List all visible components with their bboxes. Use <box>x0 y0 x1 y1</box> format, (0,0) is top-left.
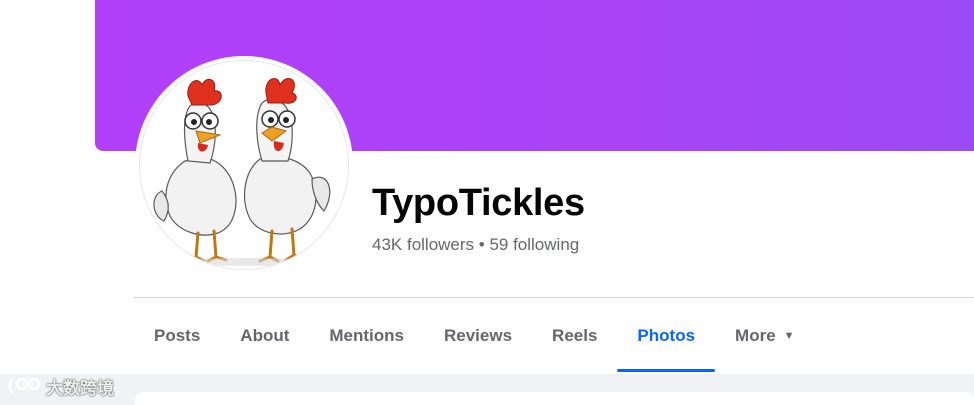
profile-tabs: Posts About Mentions Reviews Reels Photo… <box>134 298 815 374</box>
caret-down-icon: ▼ <box>783 329 795 342</box>
tab-photos[interactable]: Photos <box>617 298 715 374</box>
profile-picture[interactable] <box>139 60 349 270</box>
tab-label: Posts <box>154 326 201 345</box>
tab-posts[interactable]: Posts <box>134 298 220 374</box>
brand-logo-icon <box>8 377 41 394</box>
tab-label: About <box>240 326 290 345</box>
tab-label: Reels <box>552 326 598 345</box>
tab-label: Photos <box>637 326 696 345</box>
tab-label: Reviews <box>444 326 513 345</box>
page-title: TypoTickles <box>372 182 585 224</box>
chickens-illustration <box>153 78 331 266</box>
watermark: 大数跨境 <box>8 373 114 399</box>
follower-stats[interactable]: 43K followers • 59 following <box>372 235 579 255</box>
tab-label: Mentions <box>329 326 404 345</box>
tab-reels[interactable]: Reels <box>532 298 617 374</box>
tab-more[interactable]: More ▼ <box>715 298 815 374</box>
tab-about[interactable]: About <box>220 298 309 374</box>
tab-label: More <box>735 326 776 345</box>
tab-mentions[interactable]: Mentions <box>309 298 424 374</box>
profile-picture-frame[interactable] <box>135 56 353 274</box>
content-card <box>135 392 974 405</box>
watermark-text: 大数跨境 <box>46 378 114 399</box>
tab-reviews[interactable]: Reviews <box>424 298 532 374</box>
